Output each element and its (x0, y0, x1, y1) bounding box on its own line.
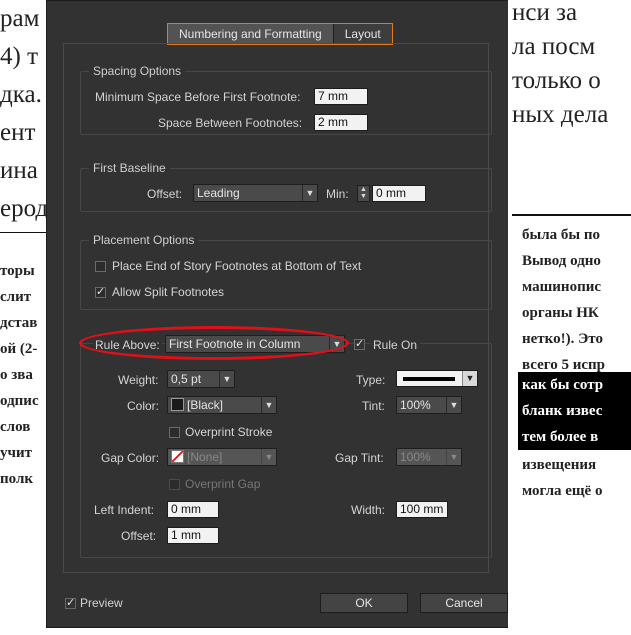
doc-right-small: Вывод одно (522, 253, 601, 269)
weight-dropdown[interactable]: 0,5 pt ▼ (167, 370, 235, 388)
rule-offset-label: Offset: (121, 529, 157, 543)
color-label: Color: (127, 399, 160, 413)
width-label: Width: (351, 503, 386, 517)
min-space-label: Minimum Space Before First Footnote: (95, 90, 301, 104)
rule-offset-field[interactable]: 1 mm (167, 527, 219, 544)
doc-right-line: только о (512, 67, 601, 94)
doc-right-small: органы НК (522, 305, 599, 321)
overprint-gap-checkbox[interactable] (169, 479, 180, 490)
color-value: [Black] (187, 398, 224, 412)
red-highlight-ellipse (79, 326, 349, 360)
weight-label: Weight: (118, 373, 159, 387)
doc-left-line: 4) т (0, 43, 39, 70)
none-swatch-icon (171, 450, 184, 463)
chevron-down-icon: ▼ (462, 371, 477, 386)
chevron-down-icon: ▼ (446, 449, 461, 465)
color-dropdown[interactable]: [Black] ▼ (167, 396, 277, 414)
split-footnotes-checkbox[interactable]: ✓ (95, 287, 106, 298)
min-field[interactable]: 0 mm (372, 185, 426, 202)
doc-rule (0, 232, 46, 233)
doc-right-small-highlighted: бланк извес (518, 398, 631, 424)
doc-right-small: извещения (522, 457, 597, 473)
solid-line-swatch (403, 377, 455, 381)
ok-button[interactable]: OK (320, 593, 408, 613)
rule-on-checkbox[interactable]: ✓ (354, 339, 365, 350)
doc-left-line: рам (0, 5, 40, 32)
doc-left-small: одпис (0, 393, 39, 409)
doc-right-small: была бы по (522, 227, 600, 243)
chevron-down-icon: ▼ (446, 397, 461, 413)
gap-tint-label: Gap Tint: (335, 451, 384, 465)
group-title: Spacing Options (89, 64, 186, 78)
preview-label: Preview (80, 596, 123, 610)
gap-tint-value: 100% (400, 450, 431, 464)
group-title: First Baseline (89, 161, 170, 175)
doc-left-line: ерод (0, 195, 49, 222)
type-label: Type: (356, 373, 386, 387)
tint-dropdown[interactable]: 100% ▼ (396, 396, 462, 414)
doc-right-small: нетко!). Это (522, 331, 603, 347)
chevron-down-icon: ▼ (261, 397, 276, 413)
between-space-label: Space Between Footnotes: (158, 116, 303, 130)
min-label: Min: (326, 187, 349, 201)
tab-numbering-formatting[interactable]: Numbering and Formatting (168, 24, 333, 44)
doc-right-small: могла ещё о (522, 483, 603, 499)
left-indent-label: Left Indent: (94, 503, 155, 517)
first-baseline-group: First Baseline Offset: Leading ▼ Min: ▲ ▼… (80, 161, 492, 212)
spacing-options-group: Spacing Options Minimum Space Before Fir… (80, 64, 492, 135)
min-space-field[interactable]: 7 mm (314, 88, 368, 105)
chevron-down-icon: ▼ (261, 449, 276, 465)
stroke-type-dropdown[interactable]: ▼ (396, 370, 478, 387)
doc-left-small: полк (0, 471, 34, 487)
offset-label: Offset: (147, 187, 183, 201)
doc-right-line: ных дела (512, 101, 609, 128)
gap-tint-dropdown[interactable]: 100% ▼ (396, 448, 462, 466)
between-space-field[interactable]: 2 mm (314, 114, 368, 131)
group-title: Placement Options (89, 233, 199, 247)
chevron-down-icon: ▼ (219, 371, 234, 387)
doc-right-line: ла посм (512, 33, 596, 60)
doc-left-small: учит (0, 445, 32, 461)
weight-value: 0,5 pt (171, 372, 202, 386)
end-of-story-label: Place End of Story Footnotes at Bottom o… (112, 259, 362, 273)
tab-content-panel: Spacing Options Minimum Space Before Fir… (63, 43, 492, 573)
doc-left-small: о зва (0, 367, 33, 383)
doc-left-line: ина (0, 157, 38, 184)
doc-left-line: дка. (0, 81, 42, 108)
width-field[interactable]: 100 mm (396, 501, 448, 518)
doc-left-small: слов (0, 419, 31, 435)
overprint-stroke-label: Overprint Stroke (185, 425, 273, 439)
rule-on-label: Rule On (370, 338, 421, 352)
doc-right-small: машинопис (522, 279, 602, 295)
preview-checkbox[interactable]: ✓ (65, 598, 76, 609)
placement-options-group: Placement Options Place End of Story Foo… (80, 233, 492, 310)
tab-layout[interactable]: Layout (332, 24, 392, 44)
doc-right-small-highlighted: как бы сотр (518, 372, 631, 398)
doc-left-small: ой (2- (0, 341, 38, 357)
cancel-button[interactable]: Cancel (420, 593, 508, 613)
doc-left-line: ент (0, 119, 36, 146)
doc-left-small: слит (0, 289, 32, 305)
overprint-gap-label: Overprint Gap (185, 477, 261, 491)
min-stepper[interactable]: ▲ ▼ (357, 185, 370, 202)
gap-color-value: [None] (187, 450, 223, 464)
chevron-down-icon: ▼ (302, 185, 317, 201)
doc-right-small-highlighted: тем более в (518, 424, 631, 450)
gap-color-dropdown[interactable]: [None] ▼ (167, 448, 277, 466)
baseline-offset-value: Leading (197, 186, 240, 200)
doc-left-small: торы (0, 263, 35, 279)
baseline-offset-dropdown[interactable]: Leading ▼ (193, 184, 318, 202)
left-indent-field[interactable]: 0 mm (167, 501, 219, 518)
doc-left-small: дстав (0, 315, 38, 331)
doc-rule (512, 214, 631, 216)
tint-value: 100% (400, 398, 431, 412)
color-swatch (171, 398, 184, 411)
tint-label: Tint: (362, 399, 385, 413)
end-of-story-checkbox[interactable] (95, 261, 106, 272)
overprint-stroke-checkbox[interactable] (169, 427, 180, 438)
rule-above-group: Rule Above: First Footnote in Column ▼ ✓… (80, 335, 492, 558)
split-footnotes-label: Allow Split Footnotes (112, 285, 225, 299)
gap-color-label: Gap Color: (101, 451, 160, 465)
tab-bar: Numbering and Formatting Layout (167, 23, 393, 45)
